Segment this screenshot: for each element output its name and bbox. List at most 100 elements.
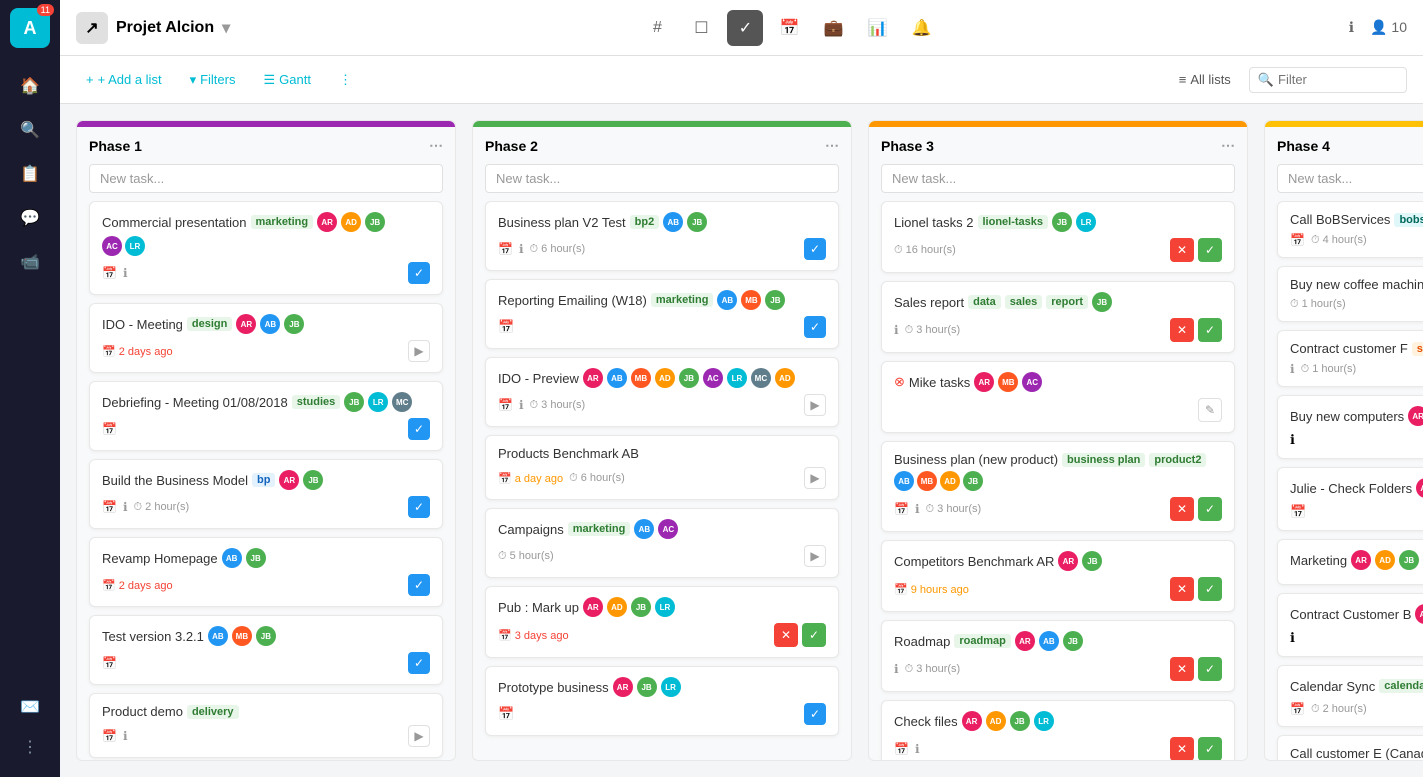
check-button[interactable]: ✓ xyxy=(804,238,826,260)
card-business-plan-v2: Business plan V2 Test bp2 AB JB 📅 ℹ ⏱ 6 … xyxy=(485,201,839,271)
chevron-down-icon[interactable]: ▾ xyxy=(222,18,230,38)
app-logo[interactable]: A 11 xyxy=(10,8,50,48)
search-input[interactable] xyxy=(1278,72,1398,87)
header-right: ℹ 👤 10 xyxy=(1349,19,1407,36)
project-name: Projet Alcion xyxy=(116,19,214,37)
info-icon: ℹ xyxy=(123,266,128,280)
approve-button[interactable]: ✓ xyxy=(1198,737,1222,760)
approve-button[interactable]: ✓ xyxy=(1198,318,1222,342)
check-button[interactable]: ✓ xyxy=(408,262,430,284)
tag-bp: bp xyxy=(252,473,275,487)
nav-bell-btn[interactable]: 🔔 xyxy=(903,10,939,46)
gantt-button[interactable]: ☰ Gantt xyxy=(253,66,320,94)
card-footer: 📅 2 days ago ▶ xyxy=(102,340,430,362)
approve-button[interactable]: ✓ xyxy=(1198,657,1222,681)
reject-button[interactable]: ✕ xyxy=(774,623,798,647)
phase2-new-task[interactable]: New task... xyxy=(485,164,839,193)
nav-doc-btn[interactable]: ☐ xyxy=(683,10,719,46)
reject-button[interactable]: ✕ xyxy=(1170,657,1194,681)
avatar-ac: AC xyxy=(102,236,122,256)
sidebar-item-mail[interactable]: ✉️ xyxy=(12,689,48,725)
sidebar-item-home[interactable]: 🏠 xyxy=(12,68,48,104)
sidebar-item-docs[interactable]: 📋 xyxy=(12,156,48,192)
info-icon[interactable]: ℹ xyxy=(1349,19,1354,36)
filters-button[interactable]: ▾ Filters xyxy=(180,66,246,94)
edit-button[interactable]: ✎ xyxy=(1198,398,1222,422)
phase2-cards: Business plan V2 Test bp2 AB JB 📅 ℹ ⏱ 6 … xyxy=(473,201,851,748)
action-buttons: ✕ ✓ xyxy=(1170,577,1222,601)
sidebar-item-chat[interactable]: 💬 xyxy=(12,200,48,236)
check-button[interactable]: ✓ xyxy=(804,703,826,725)
card-footer: ℹ xyxy=(1290,630,1423,646)
check-button[interactable]: ✓ xyxy=(408,496,430,518)
avatar-jb: JB xyxy=(246,548,266,568)
tag-lionel-tasks: lionel-tasks xyxy=(978,215,1049,229)
calendar-icon: 📅 xyxy=(102,422,117,436)
card-icons: 📅 ℹ ⏱ 6 hour(s) xyxy=(498,242,585,256)
nav-chart-btn[interactable]: 📊 xyxy=(859,10,895,46)
check-button[interactable]: ✓ xyxy=(408,574,430,596)
reject-button[interactable]: ✕ xyxy=(1170,497,1194,521)
check-button[interactable]: ✓ xyxy=(804,316,826,338)
check-button[interactable]: ✓ xyxy=(408,652,430,674)
card-date: 📅 2 days ago xyxy=(102,345,173,358)
card-footer: 📅 a day ago ⏱ 6 hour(s) ▶ xyxy=(498,467,826,489)
arrow-button[interactable]: ▶ xyxy=(804,545,826,567)
card-roadmap: Roadmap roadmap AR AB JB ℹ ⏱ 3 hour(s) xyxy=(881,620,1235,692)
phase3-new-task[interactable]: New task... xyxy=(881,164,1235,193)
add-list-button[interactable]: + + Add a list xyxy=(76,66,172,93)
tag-bobservices: bobservices xyxy=(1394,213,1423,227)
approve-button[interactable]: ✓ xyxy=(1198,238,1222,262)
card-icons: 📅 xyxy=(102,656,117,670)
card-title: Roadmap roadmap AR AB JB xyxy=(894,631,1222,651)
avatar-ac: AC xyxy=(658,519,678,539)
sidebar-item-search[interactable]: 🔍 xyxy=(12,112,48,148)
reject-button[interactable]: ✕ xyxy=(1170,577,1194,601)
approve-button[interactable]: ✓ xyxy=(1198,577,1222,601)
all-lists-button[interactable]: ≡ All lists xyxy=(1169,66,1241,93)
reject-button[interactable]: ✕ xyxy=(1170,318,1194,342)
card-call-customer-e: Call customer E (Canada) client xyxy=(1277,735,1423,760)
approve-button[interactable]: ✓ xyxy=(802,623,826,647)
sidebar-item-video[interactable]: 📹 xyxy=(12,244,48,280)
phase3-menu-icon[interactable]: ⋯ xyxy=(1221,137,1235,154)
card-footer: 📅 9 hours ago ✕ ✓ xyxy=(894,577,1222,601)
info-icon: ℹ xyxy=(915,742,920,756)
arrow-button[interactable]: ▶ xyxy=(804,394,826,416)
card-title: Business plan (new product) business pla… xyxy=(894,452,1222,467)
card-title: ⊗ Mike tasks AR MB AC xyxy=(894,372,1222,392)
phase2-menu-icon[interactable]: ⋯ xyxy=(825,137,839,154)
calendar-icon: 📅 xyxy=(102,500,117,514)
arrow-button[interactable]: ▶ xyxy=(804,467,826,489)
reject-button[interactable]: ✕ xyxy=(1170,238,1194,262)
phase1-title: Phase 1 xyxy=(89,138,142,154)
card-icons: 📅 xyxy=(102,422,117,436)
reject-button[interactable]: ✕ xyxy=(1170,737,1194,760)
arrow-button[interactable]: ▶ xyxy=(408,340,430,362)
card-time: ⏱ 4 hour(s) xyxy=(1311,234,1367,247)
approve-button[interactable]: ✓ xyxy=(1198,497,1222,521)
card-footer: 📅 ℹ ⏱ 6 hour(s) ✓ xyxy=(498,238,826,260)
card-footer: 📅 ℹ ⏱ 3 hour(s) ✕ ✓ xyxy=(894,497,1222,521)
phase1-menu-icon[interactable]: ⋯ xyxy=(429,137,443,154)
nav-hashtag-btn[interactable]: # xyxy=(639,10,675,46)
card-sales-report: Sales report data sales report JB ℹ ⏱ 3 … xyxy=(881,281,1235,353)
card-footer: 📅 ✓ xyxy=(498,316,826,338)
nav-tasks-btn[interactable]: ✓ xyxy=(727,10,763,46)
nav-briefcase-btn[interactable]: 💼 xyxy=(815,10,851,46)
card-time: ⏱ 5 hour(s) xyxy=(498,550,554,563)
phase4-new-task[interactable]: New task... xyxy=(1277,164,1423,193)
card-call-bobservices: Call BoBServices bobservices 📅 ⏱ 4 hour(… xyxy=(1277,201,1423,258)
card-julie-check-folders: Julie - Check Folders AR JB A 📅 xyxy=(1277,467,1423,531)
arrow-button[interactable]: ▶ xyxy=(408,725,430,747)
tag-roadmap: roadmap xyxy=(954,634,1010,648)
card-icons: 📅 ℹ ⏱ 2 hour(s) xyxy=(102,500,189,514)
card-debriefing: Debriefing - Meeting 01/08/2018 studies … xyxy=(89,381,443,451)
card-build-business: Build the Business Model bp AR JB 📅 ℹ ⏱ … xyxy=(89,459,443,529)
more-options-button[interactable]: ⋮ xyxy=(329,66,362,94)
tag-sales: sales xyxy=(1005,295,1043,309)
sidebar-item-more[interactable]: ⋮ xyxy=(12,729,48,765)
phase1-new-task[interactable]: New task... xyxy=(89,164,443,193)
nav-calendar-btn[interactable]: 📅 xyxy=(771,10,807,46)
check-button[interactable]: ✓ xyxy=(408,418,430,440)
